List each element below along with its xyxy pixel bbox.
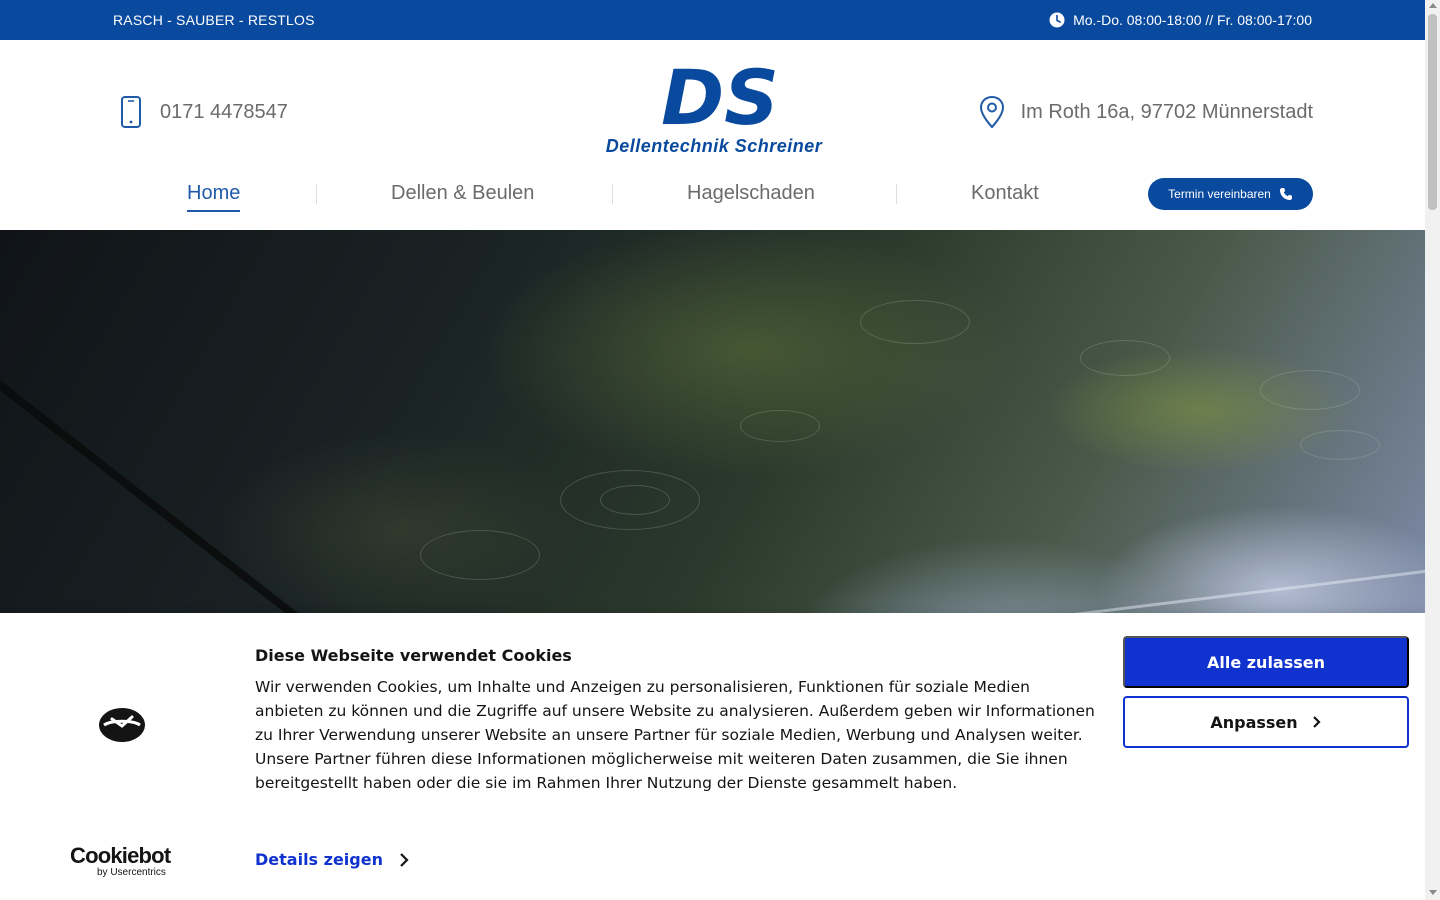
address-link[interactable]: Im Roth 16a, 97702 Münnerstadt	[979, 96, 1313, 128]
nav-divider	[316, 184, 317, 204]
show-details-link[interactable]: Details zeigen	[255, 850, 409, 869]
main-navigation: Home Dellen & Beulen Hagelschaden Kontak…	[0, 168, 1425, 218]
nav-item-hagelschaden[interactable]: Hagelschaden	[687, 182, 815, 205]
cookie-consent-banner: Cookiebot by Usercentrics Diese Webseite…	[0, 613, 1425, 900]
page-scrollbar[interactable]	[1425, 0, 1440, 900]
nav-item-kontakt[interactable]: Kontakt	[971, 182, 1039, 205]
slogan-text: RASCH - SAUBER - RESTLOS	[113, 12, 315, 28]
rain-ripple	[420, 530, 540, 580]
customize-button[interactable]: Anpassen	[1123, 696, 1409, 748]
rain-ripple	[1300, 430, 1380, 460]
nav-item-home[interactable]: Home	[187, 182, 241, 212]
show-details-label: Details zeigen	[255, 850, 383, 869]
phone-icon	[1279, 188, 1292, 200]
appointment-label: Termin vereinbaren	[1168, 187, 1271, 201]
cookie-description: Wir verwenden Cookies, um Inhalte und An…	[255, 678, 1095, 792]
hero-decoration	[901, 565, 1425, 613]
cookiebot-logo-icon	[99, 708, 145, 742]
nav-divider	[612, 184, 613, 204]
allow-all-button[interactable]: Alle zulassen	[1123, 636, 1409, 688]
cookie-title: Diese Webseite verwendet Cookies	[255, 646, 572, 665]
scroll-up-arrow-icon[interactable]	[1429, 3, 1437, 8]
logo-initials: DS	[661, 64, 779, 130]
rain-ripple	[740, 410, 820, 442]
rain-ripple	[1260, 370, 1360, 410]
phone-number: 0171 4478547	[160, 100, 288, 123]
cookiebot-brand-name: Cookiebot	[70, 843, 171, 868]
hours-text: Mo.-Do. 08:00-18:00 // Fr. 08:00-17:00	[1073, 12, 1312, 28]
nav-item-dellen-beulen[interactable]: Dellen & Beulen	[391, 182, 534, 205]
rain-ripple	[1080, 340, 1170, 376]
logo-mark: DS	[661, 64, 779, 130]
chevron-right-icon	[1312, 716, 1321, 728]
site-logo[interactable]: DS Dellentechnik Schreiner	[581, 64, 847, 156]
site-header: 0171 4478547 DS Dellentechnik Schreiner …	[0, 40, 1425, 230]
cookiebot-brand: Cookiebot by Usercentrics	[70, 845, 174, 879]
rain-ripple	[600, 485, 670, 515]
clock-icon	[1049, 12, 1065, 28]
chevron-right-icon	[400, 852, 409, 867]
hero-decoration	[0, 350, 373, 613]
nav-divider	[896, 184, 897, 204]
top-info-bar: RASCH - SAUBER - RESTLOS Mo.-Do. 08:00-1…	[0, 0, 1425, 40]
opening-hours: Mo.-Do. 08:00-18:00 // Fr. 08:00-17:00	[1049, 12, 1312, 28]
customize-label: Anpassen	[1210, 712, 1298, 732]
scroll-down-arrow-icon[interactable]	[1429, 890, 1437, 895]
map-pin-icon	[979, 96, 1004, 128]
appointment-button[interactable]: Termin vereinbaren	[1148, 178, 1313, 210]
address-text: Im Roth 16a, 97702 Münnerstadt	[1020, 100, 1313, 123]
cookiebot-brand-sub: by Usercentrics	[97, 867, 166, 878]
smartphone-icon	[121, 96, 141, 128]
rain-ripple	[860, 300, 970, 344]
logo-name: Dellentechnik Schreiner	[605, 136, 823, 156]
hero-image	[0, 230, 1425, 613]
scrollbar-thumb[interactable]	[1428, 14, 1437, 210]
phone-link[interactable]: 0171 4478547	[120, 96, 288, 128]
